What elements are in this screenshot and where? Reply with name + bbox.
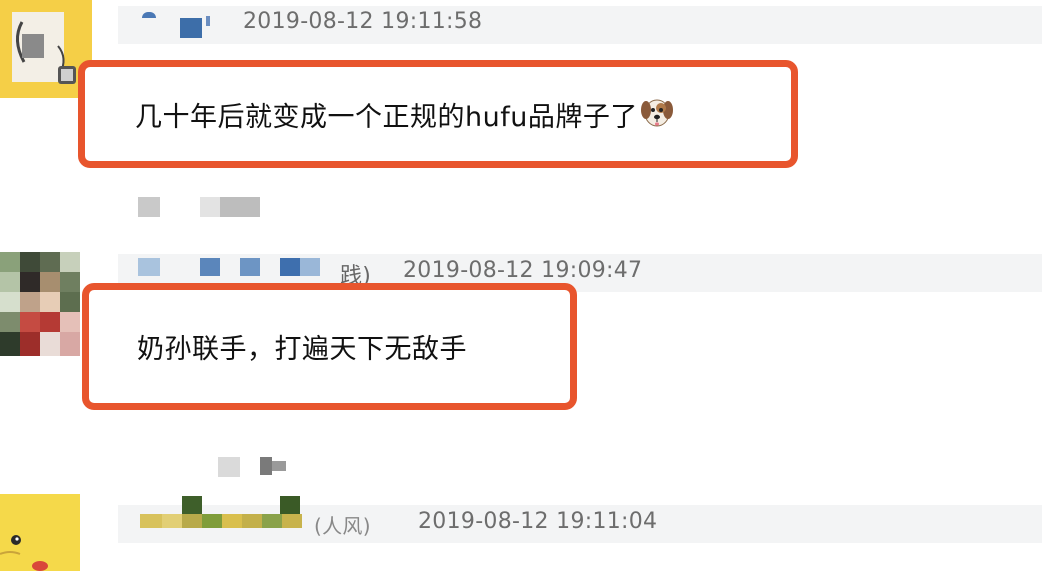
avatar-image (0, 494, 80, 571)
avatar[interactable] (0, 252, 80, 356)
avatar-image (0, 252, 80, 356)
comment-timestamp: 2019-08-12 19:09:47 (403, 258, 643, 283)
username-mosaic[interactable] (138, 496, 308, 534)
comment-feed: 2019-08-12 19:11:58 几十年后就变成一个正规的hufu品牌子了 (0, 0, 1042, 571)
highlighted-comment: 奶孙联手，打遍天下无敌手 (82, 283, 577, 410)
dog-face-icon (640, 95, 674, 133)
username-fragment: (人风) (314, 514, 371, 538)
avatar[interactable] (0, 494, 80, 571)
comment-actions-mosaic[interactable] (218, 455, 298, 479)
comment-timestamp: 2019-08-12 19:11:04 (418, 509, 658, 534)
username-mosaic[interactable] (136, 12, 216, 40)
comment-text: 奶孙联手，打遍天下无敌手 (137, 334, 467, 365)
comment-actions-mosaic[interactable] (138, 197, 268, 219)
comment-text: 几十年后就变成一个正规的hufu品牌子了 (135, 101, 638, 133)
highlighted-comment: 几十年后就变成一个正规的hufu品牌子了 (78, 60, 798, 168)
comment-timestamp: 2019-08-12 19:11:58 (243, 9, 483, 34)
